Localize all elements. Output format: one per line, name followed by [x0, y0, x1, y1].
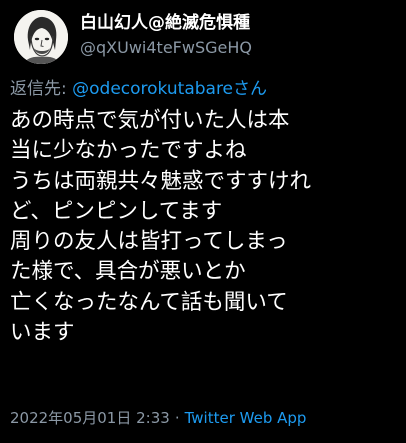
tweet-line: た様で、具合が悪いとか: [10, 259, 246, 285]
tweet-line: います: [10, 320, 75, 346]
user-names: 白山幻人@絶滅危惧種 @qXUwi4teFwSGeHQ: [80, 12, 252, 59]
avatar-image: [14, 10, 68, 64]
tweet-meta: 2022年05月01日 2:33 · Twitter Web App: [10, 407, 306, 429]
tweet-line: うちは両親共々魅惑ですすけれ: [10, 168, 312, 194]
user-handle[interactable]: @qXUwi4teFwSGeHQ: [80, 37, 252, 59]
display-name[interactable]: 白山幻人@絶滅危惧種: [80, 12, 252, 34]
tweet-line: 周りの友人は皆打ってしまっ: [10, 229, 288, 255]
tweet-text: あの時点で気が付いた人は本 当に少なかったですよね うちは両親共々魅惑ですすけれ…: [10, 106, 402, 348]
tweet-line: 亡くなったなんて話も聞いて: [10, 289, 288, 315]
source-app-link[interactable]: Twitter Web App: [185, 409, 307, 427]
tweet-line: ど、ピンピンしてます: [10, 198, 223, 224]
reply-to: 返信先: @odecorokutabareさん: [10, 78, 267, 100]
user-avatar[interactable]: [14, 10, 68, 64]
tweet-timestamp[interactable]: 2022年05月01日 2:33: [10, 409, 170, 427]
tweet-line: 当に少なかったですよね: [10, 138, 247, 164]
tweet-line: あの時点で気が付いた人は本: [10, 108, 290, 133]
tweet-header: 白山幻人@絶滅危惧種 @qXUwi4teFwSGeHQ: [0, 0, 406, 80]
reply-user-link[interactable]: @odecorokutabareさん: [72, 79, 267, 99]
meta-separator: ·: [174, 409, 180, 427]
reply-label: 返信先:: [10, 79, 73, 99]
